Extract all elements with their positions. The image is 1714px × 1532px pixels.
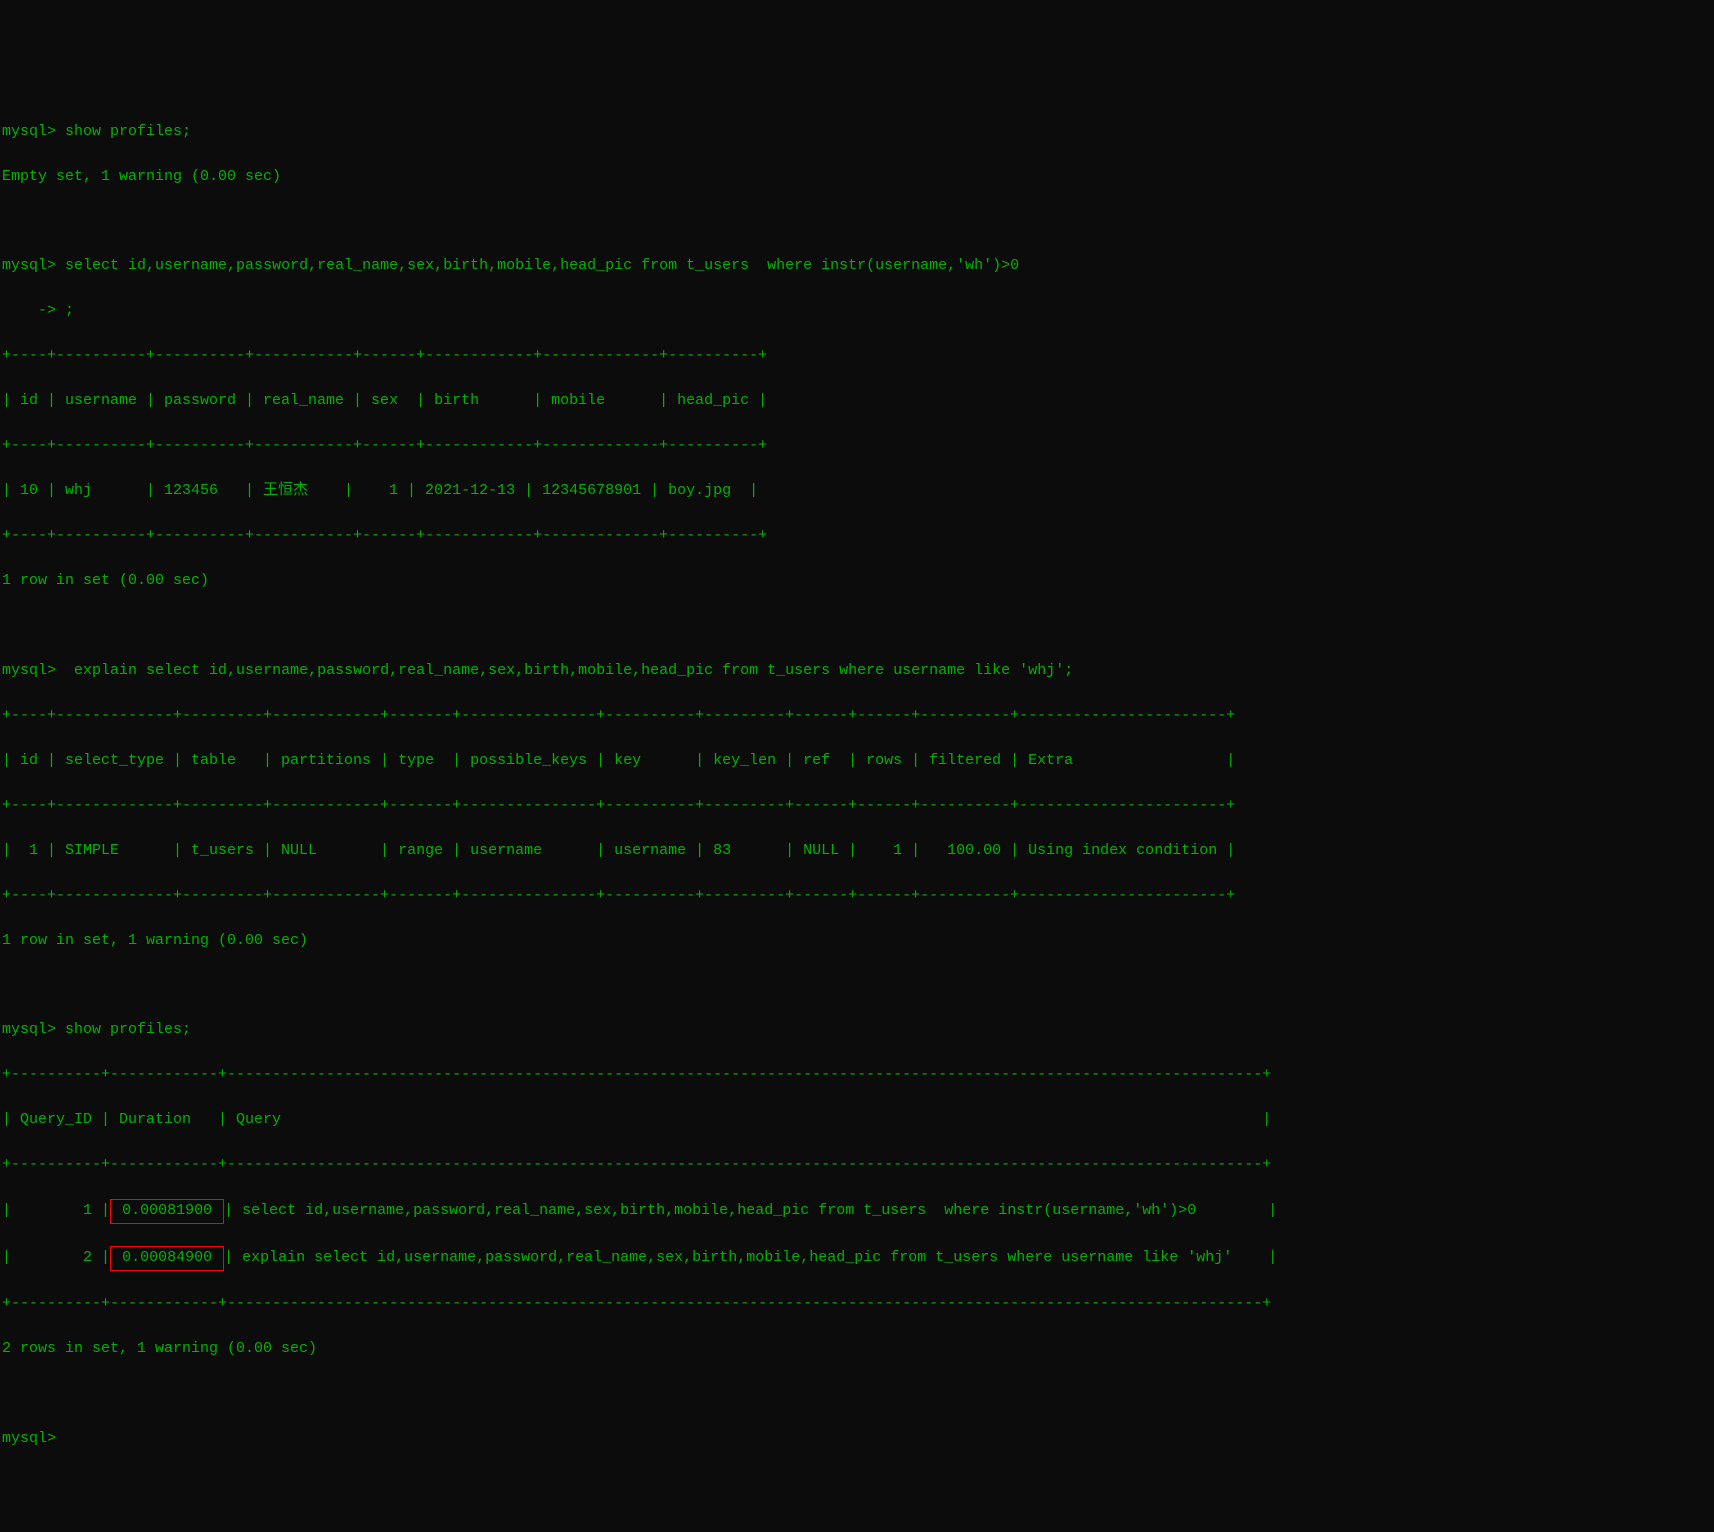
duration-1: 0.00081900 <box>122 1202 212 1219</box>
table1-header: | id | username | password | real_name |… <box>2 390 1712 413</box>
prompt-line-3: mysql> explain select id,username,passwo… <box>2 660 1712 683</box>
mysql-prompt: mysql> <box>2 257 56 274</box>
table2-header: | id | select_type | table | partitions … <box>2 750 1712 773</box>
table1-border-mid: +----+----------+----------+-----------+… <box>2 435 1712 458</box>
duration-highlight-1: 0.00081900 <box>110 1199 224 1224</box>
table3-row-1: | 1 | 0.00081900 | select id,username,pa… <box>2 1199 1712 1224</box>
command-explain-query: explain select id,username,password,real… <box>65 662 1073 679</box>
table3-border-mid: +----------+------------+---------------… <box>2 1154 1712 1177</box>
prompt-line-4: mysql> show profiles; <box>2 1019 1712 1042</box>
duration-highlight-2: 0.00084900 <box>110 1246 224 1271</box>
table2-row-1: | 1 | SIMPLE | t_users | NULL | range | … <box>2 840 1712 863</box>
table1-border-bot: +----+----------+----------+-----------+… <box>2 525 1712 548</box>
prompt-line-final[interactable]: mysql> <box>2 1428 1712 1451</box>
continuation-line: -> ; <box>2 300 1712 323</box>
table2-border-bot: +----+-------------+---------+----------… <box>2 885 1712 908</box>
prompt-line-1: mysql> show profiles; <box>2 121 1712 144</box>
command-show-profiles-1: show profiles; <box>65 123 191 140</box>
mysql-prompt: mysql> <box>2 123 56 140</box>
command-select-query: select id,username,password,real_name,se… <box>65 257 1019 274</box>
duration-2: 0.00084900 <box>122 1249 212 1266</box>
continuation-text: ; <box>65 302 74 319</box>
table3-border-top: +----------+------------+---------------… <box>2 1064 1712 1087</box>
table1-result: 1 row in set (0.00 sec) <box>2 570 1712 593</box>
table1-row-1: | 10 | whj | 123456 | 王恒杰 | 1 | 2021-12-… <box>2 480 1712 503</box>
command-show-profiles-2: show profiles; <box>65 1021 191 1038</box>
table2-result: 1 row in set, 1 warning (0.00 sec) <box>2 930 1712 953</box>
query-text-1: select id,username,password,real_name,se… <box>242 1202 1259 1219</box>
table3-border-bot: +----------+------------+---------------… <box>2 1293 1712 1316</box>
query-id-1: 1 <box>11 1202 92 1219</box>
terminal-output: mysql> show profiles; Empty set, 1 warni… <box>2 98 1712 1473</box>
table1-border-top: +----+----------+----------+-----------+… <box>2 345 1712 368</box>
table3-header: | Query_ID | Duration | Query | <box>2 1109 1712 1132</box>
mysql-prompt: mysql> <box>2 1430 56 1447</box>
continuation-prompt: -> <box>2 302 56 319</box>
prompt-line-2: mysql> select id,username,password,real_… <box>2 255 1712 278</box>
query-text-2: explain select id,username,password,real… <box>242 1249 1259 1266</box>
mysql-prompt: mysql> <box>2 1021 56 1038</box>
table2-border-top: +----+-------------+---------+----------… <box>2 705 1712 728</box>
query-id-2: 2 <box>11 1249 92 1266</box>
table3-result: 2 rows in set, 1 warning (0.00 sec) <box>2 1338 1712 1361</box>
table2-border-mid: +----+-------------+---------+----------… <box>2 795 1712 818</box>
table3-row-2: | 2 | 0.00084900 | explain select id,use… <box>2 1246 1712 1271</box>
mysql-prompt: mysql> <box>2 662 56 679</box>
result-empty-set: Empty set, 1 warning (0.00 sec) <box>2 166 1712 189</box>
